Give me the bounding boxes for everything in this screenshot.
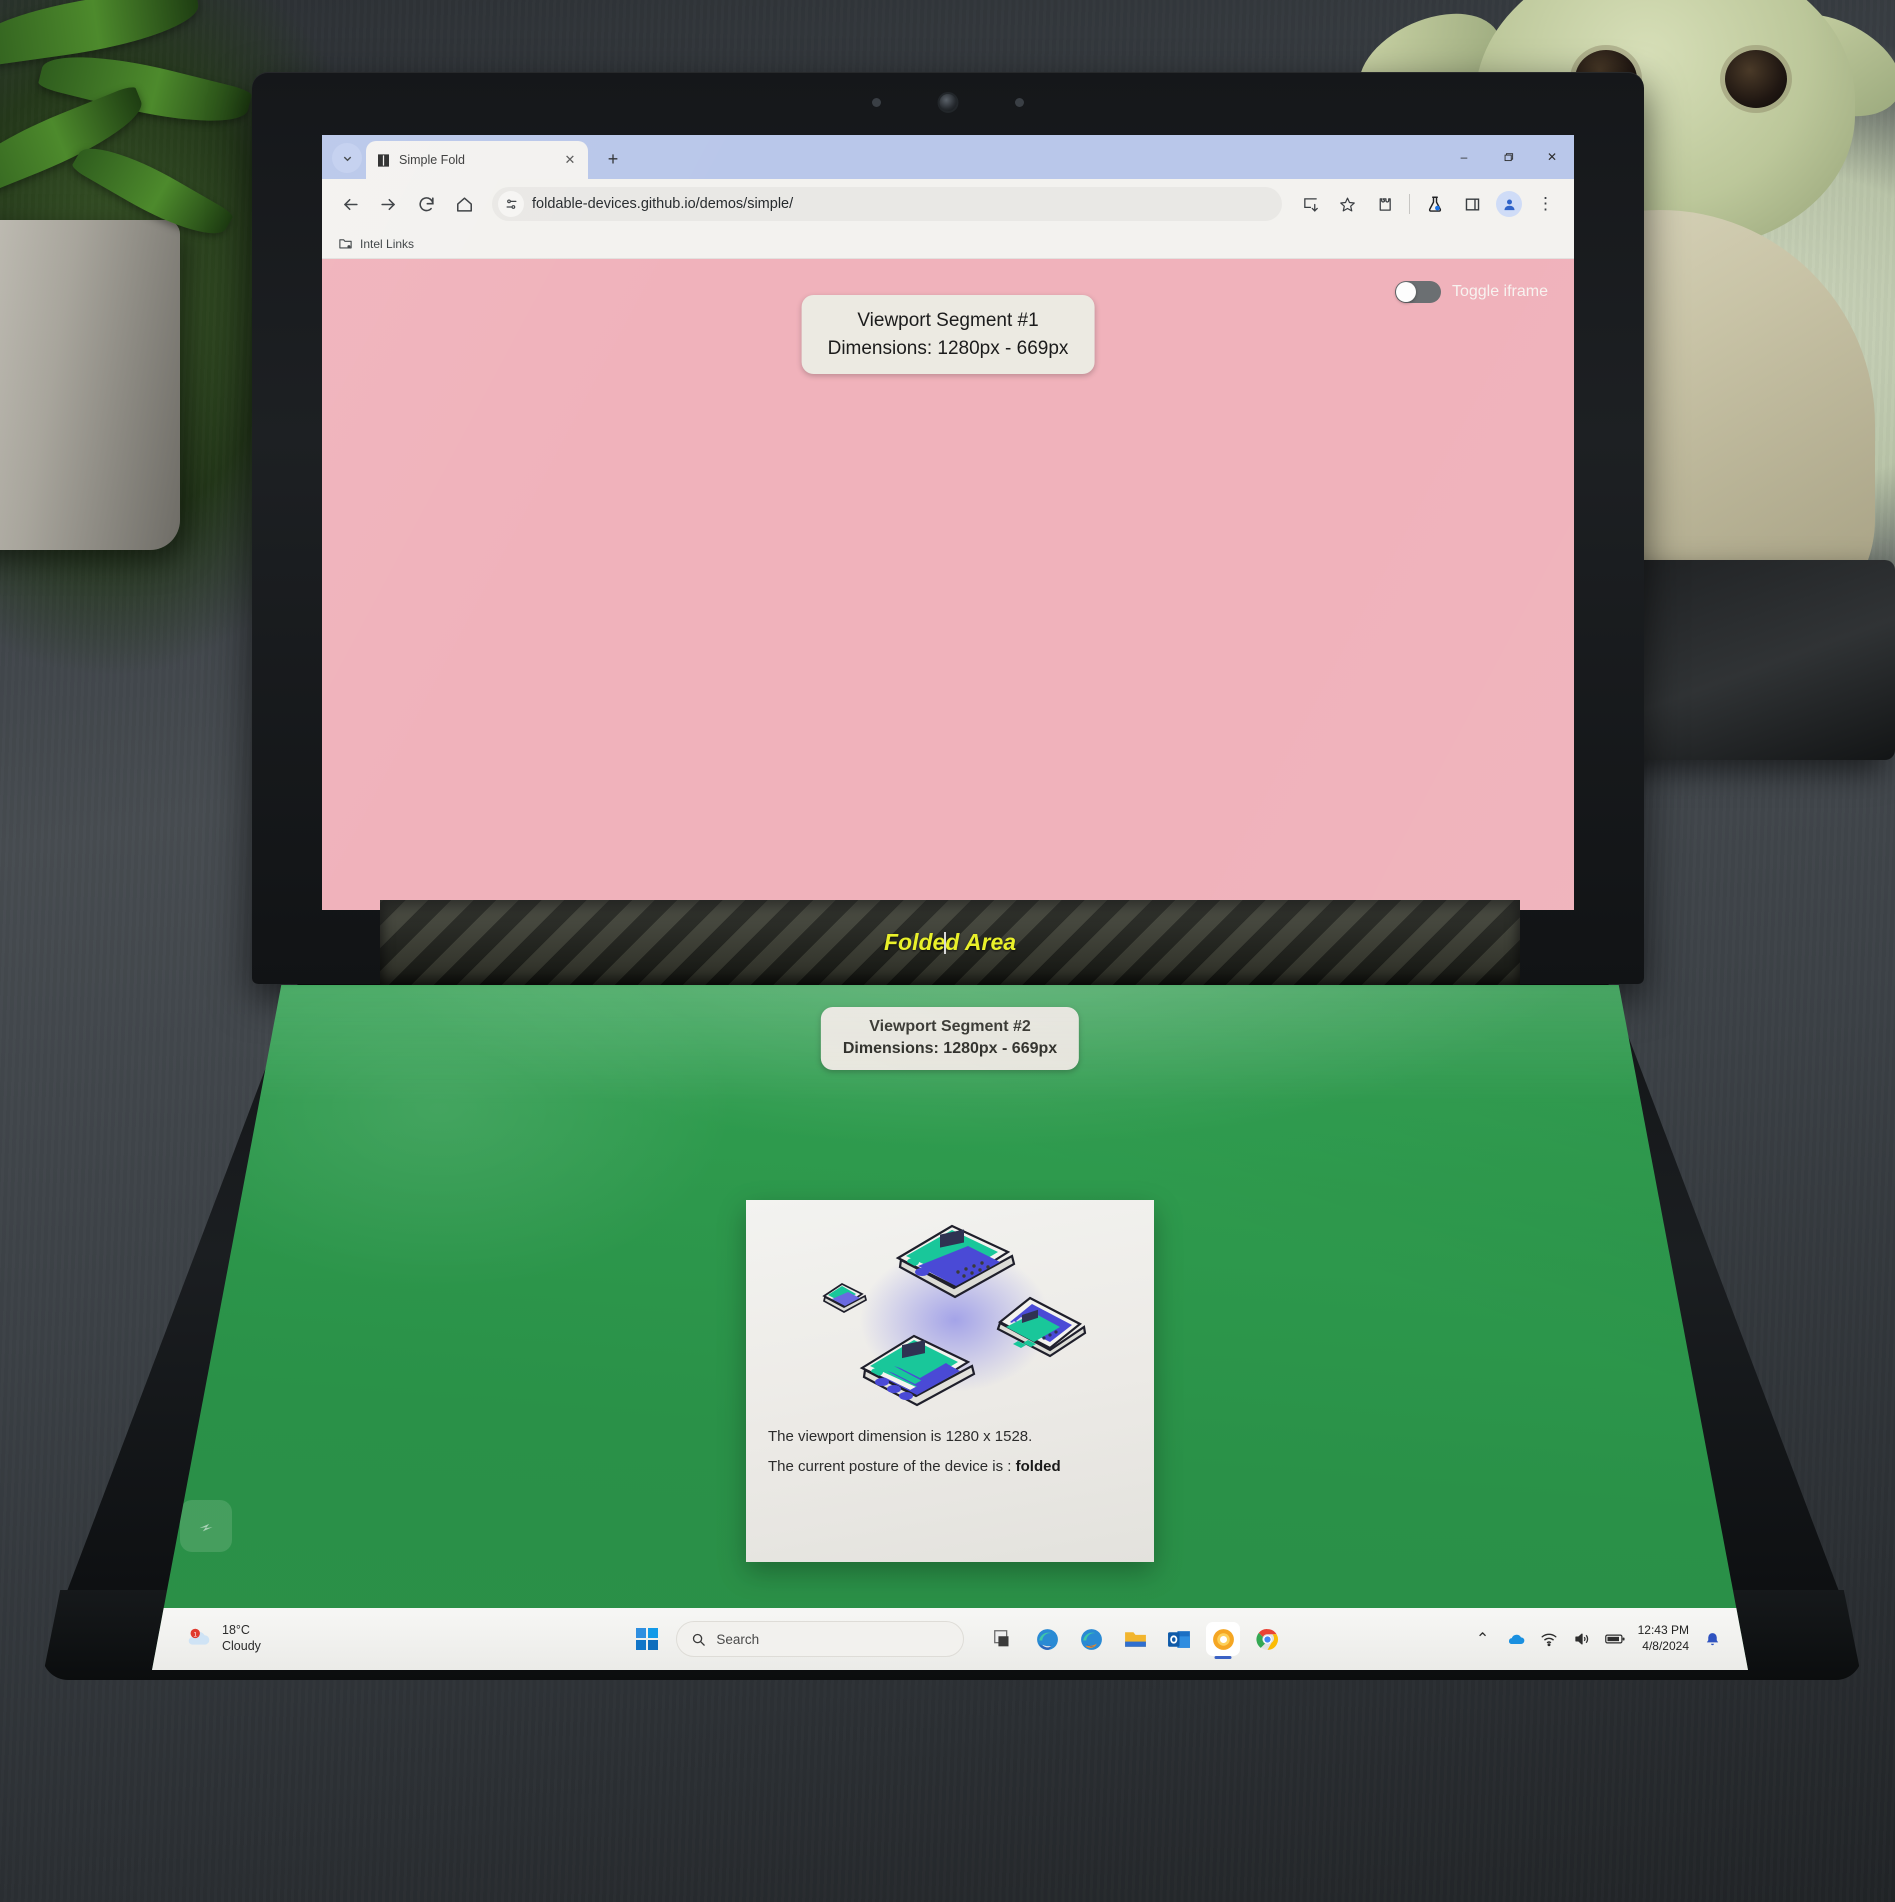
card-text-block: The viewport dimension is 1280 x 1528. T…: [746, 1428, 1154, 1488]
bell-icon[interactable]: [1702, 1629, 1722, 1649]
clock-time: 12:43 PM: [1637, 1623, 1689, 1638]
browser-toolbar: foldable-devices.github.io/demos/simple/: [322, 179, 1574, 229]
foldable-laptop: Simple Fold ✕ + – ✕ foldable-devices.git…: [0, 0, 1895, 1902]
tune-icon[interactable]: [498, 191, 524, 217]
weather-cloud-icon: 1: [184, 1627, 214, 1651]
new-tab-button[interactable]: +: [598, 144, 628, 174]
search-input[interactable]: Search: [676, 1621, 965, 1657]
system-tray: ⌃ 12:43 PM 4/8/2024: [1473, 1623, 1748, 1654]
webcam-lens: [937, 92, 959, 113]
maximize-button[interactable]: [1486, 141, 1530, 173]
managed-folder-icon: [338, 236, 353, 251]
minimize-button[interactable]: –: [1442, 141, 1486, 173]
clock[interactable]: 12:43 PM 4/8/2024: [1638, 1623, 1689, 1654]
close-icon[interactable]: ✕: [562, 152, 578, 168]
tab-title: Simple Fold: [399, 153, 465, 167]
device-indicator-badge: [180, 1500, 232, 1552]
posture-prefix: The current posture of the device is :: [768, 1458, 1016, 1475]
upper-screen: Simple Fold ✕ + – ✕ foldable-devices.git…: [322, 135, 1574, 910]
segment-2-title: Viewport Segment #2: [869, 1018, 1031, 1035]
search-placeholder: Search: [716, 1631, 760, 1647]
toolbar-divider: [1409, 194, 1410, 214]
url-text: foldable-devices.github.io/demos/simple/: [532, 196, 794, 212]
folded-area-hinge: Folded Area: [380, 900, 1520, 985]
folder-icon[interactable]: [1118, 1622, 1152, 1656]
reload-icon[interactable]: [408, 186, 444, 222]
side-panel-icon[interactable]: [1454, 186, 1490, 222]
onedrive-icon[interactable]: [1506, 1629, 1526, 1649]
segment-1-badge: Viewport Segment #1 Dimensions: 1280px -…: [801, 295, 1095, 375]
clock-date: 4/8/2024: [1642, 1639, 1689, 1653]
book-icon: [376, 153, 391, 168]
bookmarks-bar: Intel Links: [322, 229, 1574, 259]
info-card: The viewport dimension is 1280 x 1528. T…: [746, 1200, 1154, 1562]
toggle-knob: [1395, 282, 1416, 302]
tray-overflow-chevron-up-icon[interactable]: ⌃: [1473, 1629, 1493, 1649]
edge-dev-icon[interactable]: [1074, 1622, 1108, 1656]
house-plant: [0, 0, 280, 550]
weather-text: 18°C Cloudy: [222, 1623, 261, 1654]
lower-screen: Viewport Segment #2 Dimensions: 1280px -…: [152, 985, 1748, 1670]
wifi-icon[interactable]: [1539, 1629, 1559, 1649]
sensor-dot-right: [1015, 98, 1024, 107]
viewport-dimension-text: The viewport dimension is 1280 x 1528.: [768, 1428, 1033, 1445]
flask-icon[interactable]: [1417, 186, 1453, 222]
toolbar-actions: ⋮: [1292, 186, 1564, 222]
toggle-iframe-label: Toggle iframe: [1451, 283, 1548, 300]
segment-1-dimensions: Dimensions: 1280px - 669px: [827, 337, 1069, 359]
desk-photo-scene: Simple Fold ✕ + – ✕ foldable-devices.git…: [0, 0, 1895, 1902]
sensor-dot-left: [872, 98, 881, 107]
segment-1-title: Viewport Segment #1: [857, 310, 1039, 331]
forward-icon[interactable]: [370, 186, 406, 222]
home-icon[interactable]: [446, 186, 482, 222]
start-button[interactable]: [630, 1622, 664, 1656]
back-icon[interactable]: [332, 186, 368, 222]
close-button[interactable]: ✕: [1530, 141, 1574, 173]
bookmark-intel-links[interactable]: Intel Links: [360, 237, 414, 251]
window-controls: – ✕: [1442, 141, 1574, 173]
svg-text:1: 1: [193, 1632, 197, 1639]
weather-condition: Cloudy: [222, 1639, 261, 1653]
search-icon: [691, 1632, 706, 1647]
menu-icon[interactable]: ⋮: [1528, 186, 1564, 222]
toggle-iframe-control[interactable]: Toggle iframe: [1394, 281, 1548, 303]
browser-tab-strip: Simple Fold ✕ + – ✕: [322, 135, 1574, 179]
chrome-icon[interactable]: [1250, 1622, 1284, 1656]
weather-temp: 18°C: [222, 1623, 250, 1638]
battery-icon[interactable]: [1604, 1629, 1625, 1649]
text-cursor: [944, 931, 946, 954]
volume-icon[interactable]: [1572, 1629, 1592, 1649]
chrome-canary-icon[interactable]: [1206, 1622, 1241, 1656]
posture-value: folded: [1015, 1458, 1061, 1475]
foldable-devices-illustration: [746, 1200, 1154, 1428]
address-bar[interactable]: foldable-devices.github.io/demos/simple/: [492, 187, 1282, 221]
install-icon[interactable]: [1292, 186, 1328, 222]
outlook-icon[interactable]: [1162, 1622, 1196, 1656]
posture-text: The current posture of the device is : f…: [768, 1458, 1132, 1475]
toggle-iframe-switch[interactable]: [1394, 281, 1441, 303]
windows-taskbar: 1 18°C Cloudy Search ⌃ 12:43 PM 4/8/2024: [152, 1608, 1748, 1670]
segment-2-dimensions: Dimensions: 1280px - 669px: [842, 1040, 1058, 1058]
puzzle-icon[interactable]: [1366, 186, 1402, 222]
avatar: [1496, 191, 1522, 217]
viewport-segment-1: Viewport Segment #1 Dimensions: 1280px -…: [322, 259, 1574, 910]
plant-pot: [0, 220, 180, 550]
weather-widget[interactable]: 1 18°C Cloudy: [152, 1623, 442, 1654]
star-icon[interactable]: [1329, 186, 1365, 222]
tab-simple-fold[interactable]: Simple Fold ✕: [366, 141, 588, 179]
taskbar-apps: [986, 1622, 1284, 1656]
edge-icon[interactable]: [1030, 1622, 1064, 1656]
task-view-icon[interactable]: [986, 1622, 1020, 1656]
tab-search-chevron-down-icon[interactable]: [332, 143, 362, 173]
folded-area-label: Folded Area: [883, 929, 1017, 955]
segment-2-badge: Viewport Segment #2 Dimensions: 1280px -…: [820, 1007, 1080, 1070]
profile-avatar[interactable]: [1491, 186, 1527, 222]
taskbar-center: Search: [442, 1621, 1473, 1657]
